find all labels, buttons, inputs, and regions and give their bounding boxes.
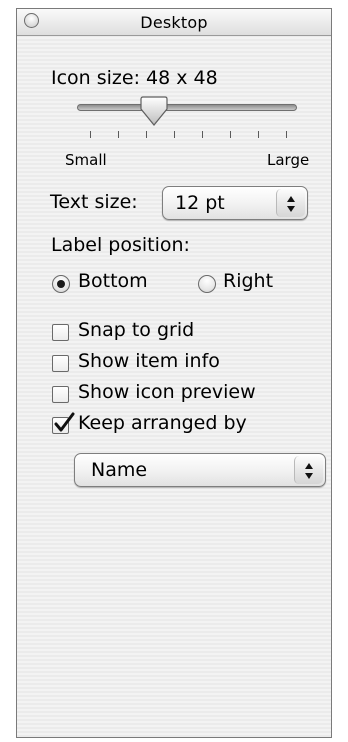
checkbox-show-icon-preview-label[interactable]: Show icon preview — [78, 381, 256, 403]
slider-min-label: Small — [65, 151, 107, 169]
slider-tick — [230, 131, 231, 138]
slider-tick — [146, 131, 147, 138]
checkbox-keep-arranged-by[interactable] — [52, 412, 75, 434]
checkbox-show-item-info-label[interactable]: Show item info — [78, 350, 220, 372]
icon-size-label: Icon size: 48 x 48 — [51, 67, 218, 89]
radio-right[interactable] — [198, 275, 216, 293]
slider-tick — [258, 131, 259, 138]
slider-tick — [202, 131, 203, 138]
checkbox-snap-to-grid-label[interactable]: Snap to grid — [78, 319, 194, 341]
window-title: Desktop — [140, 13, 208, 32]
checkbox-show-item-info[interactable] — [52, 355, 69, 372]
checkbox-show-icon-preview[interactable] — [52, 386, 69, 403]
arrange-by-value: Name — [91, 459, 148, 481]
popup-arrows-icon — [276, 189, 305, 217]
desktop-view-options-window: Desktop Icon size: 48 x 48 Small Large T… — [16, 8, 332, 738]
text-size-popup[interactable]: 12 pt — [162, 186, 308, 220]
slider-tick — [286, 131, 287, 138]
popup-arrows-icon — [294, 456, 323, 484]
slider-tick — [90, 131, 91, 138]
arrange-by-popup[interactable]: Name — [74, 453, 326, 487]
slider-thumb[interactable] — [139, 95, 169, 127]
radio-right-label[interactable]: Right — [223, 270, 273, 292]
slider-max-label: Large — [267, 151, 310, 169]
slider-tick — [118, 131, 119, 138]
slider-tick — [174, 131, 175, 138]
text-size-label: Text size: — [50, 191, 138, 213]
icon-size-slider[interactable] — [77, 104, 297, 111]
checkmark-icon — [54, 412, 75, 432]
radio-bottom[interactable] — [52, 275, 70, 293]
title-bar[interactable]: Desktop — [17, 9, 331, 36]
label-position-label: Label position: — [51, 234, 190, 256]
checkbox-snap-to-grid[interactable] — [52, 324, 69, 341]
text-size-value: 12 pt — [175, 192, 225, 214]
radio-bottom-label[interactable]: Bottom — [78, 270, 148, 292]
checkbox-keep-arranged-by-label[interactable]: Keep arranged by — [78, 412, 247, 434]
